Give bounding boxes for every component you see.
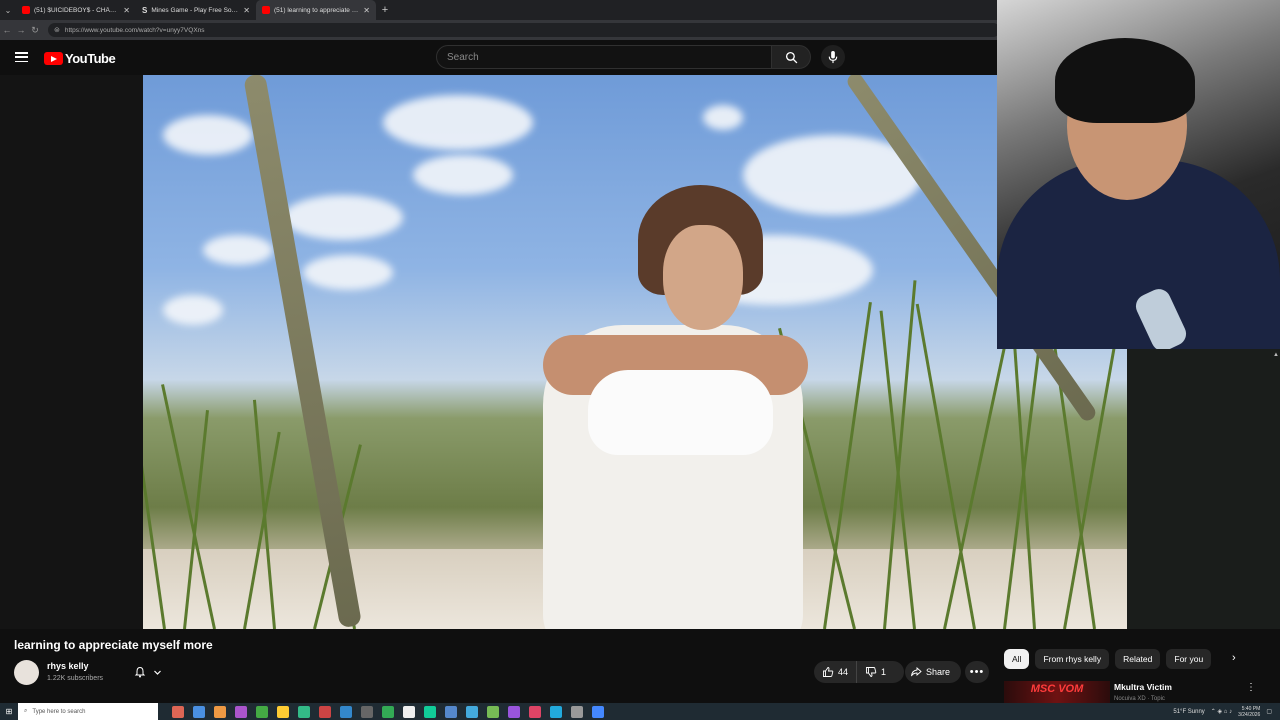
- webcam-overlay: [997, 0, 1280, 349]
- browser-tab-1[interactable]: (51) $UICIDEBOY$ - CHÂTEAU GRI ✕: [16, 0, 136, 20]
- weather-widget[interactable]: 51°F Sunny: [1173, 709, 1204, 715]
- app-icon[interactable]: [340, 705, 352, 718]
- new-tab-button[interactable]: +: [376, 0, 394, 20]
- voice-search-button[interactable]: [821, 45, 845, 69]
- app-icon[interactable]: [592, 705, 604, 718]
- video-player[interactable]: [143, 75, 1127, 629]
- bell-icon: [135, 666, 146, 678]
- url-text: https://www.youtube.com/watch?v=unyy7VQX…: [64, 26, 205, 34]
- chevron-down-icon: [153, 670, 161, 675]
- chip-from-channel[interactable]: From rhys kelly: [1035, 649, 1110, 669]
- tab-title: (51) learning to appreciate myself: [274, 6, 361, 14]
- thumbs-up-icon: [823, 667, 834, 677]
- like-count: 44: [838, 667, 849, 677]
- forward-icon[interactable]: →: [14, 25, 28, 35]
- like-button[interactable]: 44: [814, 661, 858, 683]
- close-tab-icon[interactable]: ✕: [363, 6, 370, 15]
- back-icon[interactable]: ←: [0, 25, 14, 35]
- youtube-favicon-icon: [22, 6, 30, 14]
- browser-tab-strip: ⌄ (51) $UICIDEBOY$ - CHÂTEAU GRI ✕ S Min…: [0, 0, 1000, 20]
- clock[interactable]: 5:40 PM 3/24/2026: [1238, 706, 1260, 718]
- search-bar[interactable]: [436, 45, 772, 69]
- app-icon[interactable]: [466, 705, 478, 718]
- taskbar-search-placeholder: Type here to search: [32, 708, 86, 715]
- app-icon[interactable]: [487, 705, 499, 718]
- clock-time: 5:40 PM: [1241, 705, 1261, 712]
- app-icon[interactable]: [550, 705, 562, 718]
- notifications-icon[interactable]: ▢: [1266, 708, 1272, 715]
- youtube-wordmark: YouTube: [65, 51, 116, 66]
- url-field[interactable]: ⊜ https://www.youtube.com/watch?v=unyy7V…: [48, 23, 1000, 37]
- share-label: Share: [926, 667, 951, 677]
- taskbar-search[interactable]: ⌕ Type here to search: [18, 703, 158, 720]
- close-tab-icon[interactable]: ✕: [243, 6, 250, 15]
- scrollbar-up-icon[interactable]: ▲: [1273, 352, 1279, 358]
- windows-taskbar: ⊞ ⌕ Type here to search 51°F Sunny ⌃ ◈ ⌂…: [0, 703, 1280, 720]
- app-icon[interactable]: [508, 705, 520, 718]
- related-chips: All From rhys kelly Related For you: [1004, 649, 1212, 669]
- site-info-icon[interactable]: ⊜: [54, 26, 60, 34]
- app-icon[interactable]: [256, 705, 268, 718]
- site-favicon-icon: S: [142, 6, 148, 15]
- browser-tab-2[interactable]: S Mines Game - Play Free Social Ca ✕: [136, 0, 256, 20]
- more-actions-button[interactable]: •••: [965, 661, 989, 683]
- app-icon[interactable]: [214, 705, 226, 718]
- app-icon[interactable]: [529, 705, 541, 718]
- chip-all[interactable]: All: [1004, 649, 1030, 669]
- system-tray: 51°F Sunny ⌃ ◈ ⌂ ♪ 5:40 PM 3/24/2026 ▢: [1173, 703, 1272, 720]
- search-button[interactable]: [771, 45, 811, 69]
- recommendation-channel: Nocuiva XD · Topic: [1114, 696, 1165, 702]
- channel-avatar[interactable]: [14, 660, 39, 685]
- app-icon[interactable]: [319, 705, 331, 718]
- app-icon[interactable]: [361, 705, 373, 718]
- tab-search-icon[interactable]: ⌄: [0, 0, 16, 20]
- dislike-button[interactable]: 1: [857, 661, 894, 683]
- clock-date: 3/24/2026: [1238, 711, 1261, 718]
- app-icon[interactable]: [172, 705, 184, 718]
- tab-title: (51) $UICIDEBOY$ - CHÂTEAU GRI: [34, 6, 120, 14]
- app-icon[interactable]: [424, 705, 436, 718]
- subscribed-notifications-button[interactable]: [125, 661, 171, 683]
- youtube-favicon-icon: [262, 6, 270, 14]
- youtube-logo[interactable]: YouTube: [44, 51, 116, 66]
- tray-icons[interactable]: ⌃ ◈ ⌂ ♪: [1211, 708, 1232, 715]
- recommendation-title[interactable]: Mkultra Victim: [1114, 682, 1172, 692]
- chip-related[interactable]: Related: [1115, 649, 1161, 669]
- kebab-menu-icon[interactable]: ⋮: [1246, 682, 1256, 693]
- share-icon: [911, 667, 922, 677]
- app-icon[interactable]: [571, 705, 583, 718]
- chrome-icon[interactable]: [403, 705, 415, 718]
- like-dislike-group: 44 1: [814, 661, 904, 683]
- folder-icon[interactable]: [277, 705, 289, 718]
- app-icon[interactable]: [298, 705, 310, 718]
- app-icon[interactable]: [193, 705, 205, 718]
- windows-start-icon[interactable]: ⊞: [0, 707, 18, 716]
- close-tab-icon[interactable]: ✕: [123, 6, 130, 15]
- subscriber-count: 1.22K subscribers: [47, 675, 104, 682]
- sidebar-background: [1127, 349, 1280, 629]
- app-icon[interactable]: [445, 705, 457, 718]
- video-title: learning to appreciate myself more: [14, 638, 213, 652]
- app-icon[interactable]: [235, 705, 247, 718]
- search-input[interactable]: [447, 51, 771, 63]
- recommendation-thumbnail[interactable]: MSC VOM: [1004, 681, 1110, 703]
- reload-icon[interactable]: ↻: [28, 25, 42, 36]
- dislike-count: 1: [881, 667, 887, 677]
- menu-icon[interactable]: [15, 52, 28, 62]
- app-icon[interactable]: [382, 705, 394, 718]
- channel-name[interactable]: rhys kelly: [47, 661, 89, 671]
- microphone-icon: [828, 50, 838, 63]
- youtube-play-icon: [44, 52, 63, 65]
- address-bar: ← → ↻ ⊜ https://www.youtube.com/watch?v=…: [0, 20, 1000, 40]
- search-icon: ⌕: [24, 708, 28, 714]
- share-button[interactable]: Share: [905, 661, 961, 683]
- taskbar-app-icons: [158, 705, 604, 718]
- search-icon: [785, 51, 797, 63]
- thumbs-down-icon: [866, 667, 877, 677]
- tab-title: Mines Game - Play Free Social Ca: [151, 6, 241, 14]
- browser-tab-3[interactable]: (51) learning to appreciate myself ✕: [256, 0, 376, 20]
- chip-for-you[interactable]: For you: [1166, 649, 1212, 669]
- chevron-right-icon[interactable]: ›: [1232, 652, 1236, 664]
